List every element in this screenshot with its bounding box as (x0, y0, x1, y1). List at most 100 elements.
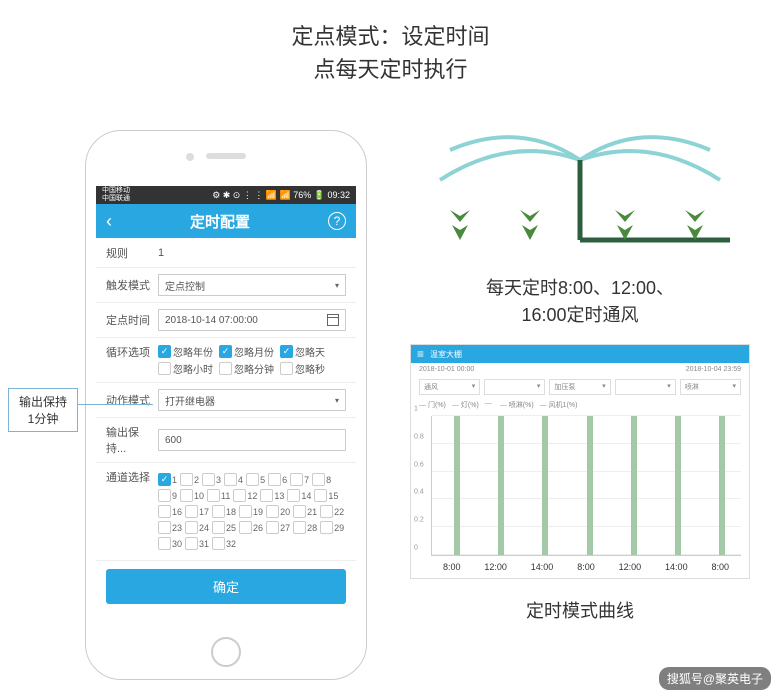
channel-16[interactable]: 16 (158, 505, 182, 518)
chart-bar-6 (719, 416, 725, 555)
home-button[interactable] (211, 637, 241, 667)
date-start: 2018-10-01 00:00 (419, 366, 474, 373)
channel-22[interactable]: 22 (320, 505, 344, 518)
channel-19[interactable]: 19 (239, 505, 263, 518)
back-button[interactable]: ‹ (106, 211, 112, 232)
loop-check-4[interactable]: 忽略分钟 (219, 361, 274, 376)
checkbox-icon: ✓ (158, 345, 171, 358)
x-tick: 8:00 (577, 562, 595, 572)
legend-2 (485, 400, 494, 410)
chart-filter-4[interactable]: 喷淋▾ (680, 379, 741, 395)
confirm-button[interactable]: 确定 (106, 569, 346, 604)
channel-1[interactable]: ✓1 (158, 473, 177, 486)
checkbox-icon (185, 537, 198, 550)
chart-filter-0[interactable]: 通风▾ (419, 379, 480, 395)
rule-label: 规则 (106, 245, 158, 261)
channel-15[interactable]: 15 (314, 489, 338, 502)
channel-11[interactable]: 11 (207, 489, 230, 502)
time-label: 定点时间 (106, 312, 158, 328)
channel-24[interactable]: 24 (185, 521, 209, 534)
chart-legend: 门(%)灯(%)喷淋(%)风机1(%) (411, 398, 749, 412)
checkbox-icon (266, 505, 279, 518)
chart-bar-1 (498, 416, 504, 555)
channel-20[interactable]: 20 (266, 505, 290, 518)
action-select[interactable]: 打开继电器▾ (158, 389, 346, 411)
checkbox-icon (207, 489, 220, 502)
loop-check-1[interactable]: ✓忽略月份 (219, 344, 274, 359)
time-input[interactable]: 2018-10-14 07:00:00 (158, 309, 346, 331)
chart-filter-3[interactable]: ▾ (615, 379, 676, 395)
channel-8[interactable]: 8 (312, 473, 331, 486)
checkbox-icon (287, 489, 300, 502)
checkbox-icon (158, 521, 171, 534)
chart-filter-2[interactable]: 加压泵▾ (549, 379, 610, 395)
x-tick: 8:00 (711, 562, 729, 572)
channel-5[interactable]: 5 (246, 473, 265, 486)
phone-screen: 中国移动中国联通 ⚙ ✱ ⊙ ⋮ ⋮ 📶 📶 76% 🔋 09:32 ‹ 定时配… (96, 186, 356, 629)
channel-14[interactable]: 14 (287, 489, 311, 502)
channel-32[interactable]: 32 (212, 537, 236, 550)
channel-4[interactable]: 4 (224, 473, 243, 486)
channel-2[interactable]: 2 (180, 473, 199, 486)
page-title: 定点模式：设定时间点每天定时执行 (0, 20, 781, 86)
channel-26[interactable]: 26 (239, 521, 263, 534)
loop-check-3[interactable]: 忽略小时 (158, 361, 213, 376)
channel-7[interactable]: 7 (290, 473, 309, 486)
statusbar-right: ⚙ ✱ ⊙ ⋮ ⋮ 📶 📶 76% 🔋 09:32 (212, 190, 350, 201)
checkbox-icon (158, 362, 171, 375)
loop-label: 循环选项 (106, 344, 158, 360)
x-tick: 14:00 (531, 562, 554, 572)
x-tick: 12:00 (484, 562, 507, 572)
checkbox-icon (293, 521, 306, 534)
x-tick: 12:00 (619, 562, 642, 572)
legend-0: 门(%) (419, 400, 446, 410)
x-tick: 14:00 (665, 562, 688, 572)
loop-check-5[interactable]: 忽略秒 (280, 361, 325, 376)
channel-23[interactable]: 23 (158, 521, 182, 534)
loop-check-2[interactable]: ✓忽略天 (280, 344, 325, 359)
channel-3[interactable]: 3 (202, 473, 221, 486)
channel-6[interactable]: 6 (268, 473, 287, 486)
channel-13[interactable]: 13 (260, 489, 284, 502)
menu-icon[interactable]: ≡ (417, 347, 424, 361)
channel-29[interactable]: 29 (320, 521, 344, 534)
channel-12[interactable]: 12 (233, 489, 257, 502)
channel-9[interactable]: 9 (158, 489, 177, 502)
channel-label: 通道选择 (106, 469, 158, 485)
right-panel: 每天定时8:00、12:00、16:00定时通风 ≡ 温室大棚 2018-10-… (410, 110, 750, 623)
checkbox-icon (239, 521, 252, 534)
chart-caption: 定时模式曲线 (410, 597, 750, 623)
chart-filter-1[interactable]: ▾ (484, 379, 545, 395)
channel-18[interactable]: 18 (212, 505, 236, 518)
channel-25[interactable]: 25 (212, 521, 236, 534)
channel-31[interactable]: 31 (185, 537, 209, 550)
help-button[interactable]: ? (328, 212, 346, 230)
action-label: 动作模式 (106, 392, 158, 408)
channel-21[interactable]: 21 (293, 505, 317, 518)
loop-checks: ✓忽略年份 ✓忽略月份 ✓忽略天忽略小时忽略分钟忽略秒 (158, 344, 346, 376)
phone-frame: 中国移动中国联通 ⚙ ✱ ⊙ ⋮ ⋮ 📶 📶 76% 🔋 09:32 ‹ 定时配… (85, 130, 367, 680)
chart-title: 温室大棚 (430, 349, 462, 360)
checkbox-icon (246, 473, 259, 486)
channel-10[interactable]: 10 (180, 489, 204, 502)
channel-28[interactable]: 28 (293, 521, 317, 534)
trigger-select[interactable]: 定点控制▾ (158, 274, 346, 296)
channel-30[interactable]: 30 (158, 537, 182, 550)
chart-panel: ≡ 温室大棚 2018-10-01 00:00 2018-10-04 23:59… (410, 344, 750, 579)
chart-bar-3 (587, 416, 593, 555)
channel-27[interactable]: 27 (266, 521, 290, 534)
form-area: 规则 1 触发模式 定点控制▾ 定点时间 2018-10-14 07:00:00… (96, 238, 356, 604)
trigger-label: 触发模式 (106, 277, 158, 293)
checkbox-icon (202, 473, 215, 486)
hold-input[interactable]: 600 (158, 429, 346, 451)
channel-17[interactable]: 17 (185, 505, 209, 518)
legend-1: 灯(%) (452, 400, 479, 410)
row-hold: 输出保持... 600 (96, 418, 356, 463)
checkbox-icon (212, 505, 225, 518)
row-time: 定点时间 2018-10-14 07:00:00 (96, 303, 356, 338)
loop-check-0[interactable]: ✓忽略年份 (158, 344, 213, 359)
checkbox-icon (239, 505, 252, 518)
chart-body: 00.20.40.60.81 (431, 416, 741, 556)
date-end: 2018-10-04 23:59 (686, 366, 741, 373)
sprinkler-illustration (410, 110, 750, 260)
